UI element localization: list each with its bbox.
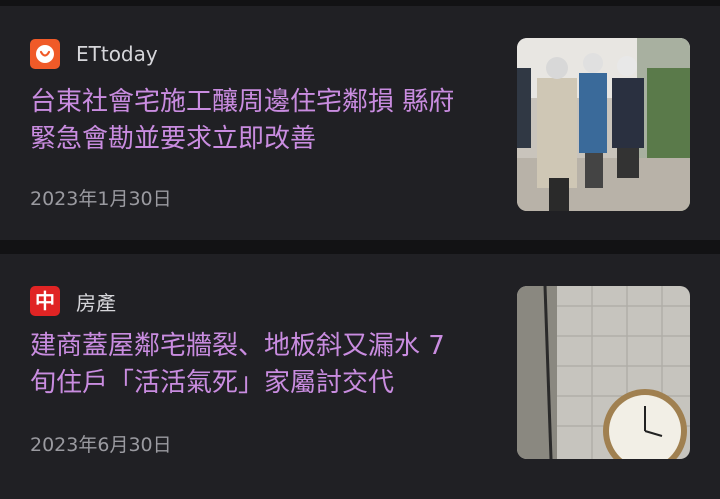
thumbnail-image[interactable] <box>517 38 690 211</box>
source-row: 中 房產 <box>30 286 116 316</box>
publish-date: 2023年6月30日 <box>30 434 172 456</box>
source-name: 房產 <box>76 290 116 315</box>
zhong-logo-icon: 中 <box>30 286 60 316</box>
headline[interactable]: 建商蓋屋鄰宅牆裂、地板斜又漏水 7旬住戶「活活氣死」家屬討交代 <box>30 328 470 402</box>
publish-date: 2023年1月30日 <box>30 188 172 210</box>
logo-text: 中 <box>35 289 55 313</box>
headline[interactable]: 台東社會宅施工釀周邊住宅鄰損 縣府緊急會勘並要求立即改善 <box>30 84 470 158</box>
news-card[interactable]: ETtoday 台東社會宅施工釀周邊住宅鄰損 縣府緊急會勘並要求立即改善 202… <box>0 6 720 240</box>
ettoday-logo-icon <box>30 39 60 69</box>
source-name: ETtoday <box>76 42 158 66</box>
news-card[interactable]: 中 房產 建商蓋屋鄰宅牆裂、地板斜又漏水 7旬住戶「活活氣死」家屬討交代 202… <box>0 254 720 499</box>
source-row: ETtoday <box>30 39 158 69</box>
thumbnail-image[interactable] <box>517 286 690 459</box>
